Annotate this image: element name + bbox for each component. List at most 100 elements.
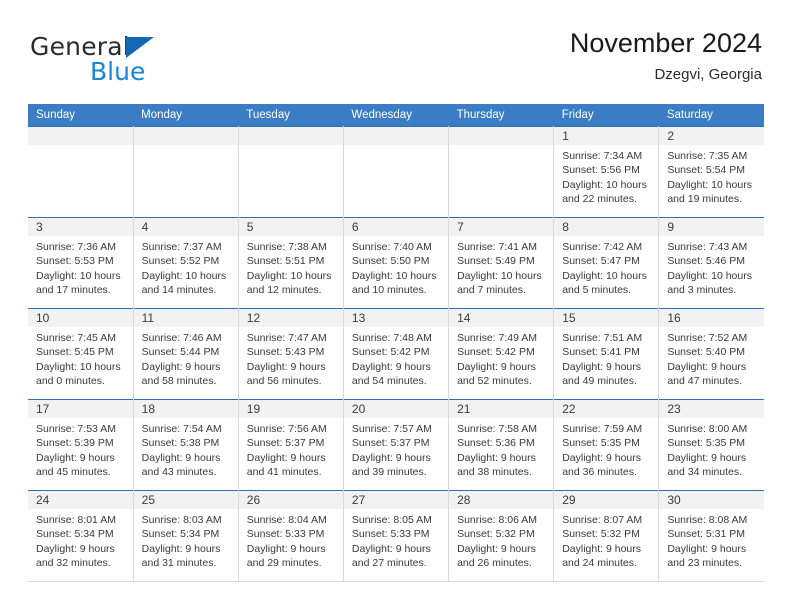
- daylight-text-line1: Daylight: 9 hours: [36, 542, 115, 555]
- sunrise-text: Sunrise: 7:53 AM: [36, 423, 116, 435]
- calendar-day-cell[interactable]: 11 Sunrise: 7:46 AM Sunset: 5:44 PM Dayligh…: [133, 308, 239, 400]
- daylight-text-line2: and 26 minutes.: [457, 556, 532, 569]
- sunrise-text: Sunrise: 7:38 AM: [246, 241, 327, 253]
- daylight-text-line1: Daylight: 9 hours: [667, 360, 747, 373]
- sunrise-text: Sunrise: 7:46 AM: [141, 332, 222, 344]
- sunrise-text: Sunrise: 7:35 AM: [667, 150, 748, 162]
- day-details: [28, 145, 133, 149]
- daylight-text-line1: Daylight: 10 hours: [351, 269, 437, 282]
- page-header: General Blue November 2024 Dzegvi, Georg…: [30, 26, 762, 96]
- sunrise-text: Sunrise: 8:03 AM: [141, 514, 222, 526]
- calendar-day-cell[interactable]: 19 Sunrise: 7:56 AM Sunset: 5:37 PM Dayligh…: [238, 399, 344, 491]
- calendar-day-cell[interactable]: 24 Sunrise: 8:01 AM Sunset: 5:34 PM Dayligh…: [28, 490, 134, 582]
- day-details: Sunrise: 7:37 AM Sunset: 5:52 PM Daylight:…: [134, 236, 238, 297]
- calendar-day-cell[interactable]: 29 Sunrise: 8:07 AM Sunset: 5:32 PM Dayligh…: [553, 490, 660, 582]
- calendar-day-cell[interactable]: 28 Sunrise: 8:06 AM Sunset: 5:32 PM Dayligh…: [448, 490, 555, 582]
- calendar-day-cell[interactable]: 7 Sunrise: 7:41 AM Sunset: 5:49 PM Daylight…: [448, 217, 555, 309]
- triangle-icon: [126, 37, 154, 58]
- sunset-text: Sunset: 5:34 PM: [36, 528, 114, 541]
- day-number: 14: [449, 309, 554, 327]
- day-details: Sunrise: 7:34 AM Sunset: 5:56 PM Daylight:…: [554, 145, 658, 206]
- calendar-day-cell[interactable]: 26 Sunrise: 8:04 AM Sunset: 5:33 PM Dayligh…: [238, 490, 344, 582]
- day-details: Sunrise: 7:52 AM Sunset: 5:40 PM Daylight:…: [659, 327, 764, 388]
- calendar-body: 1 Sunrise: 7:34 AM Sunset: 5:56 PM Daylight…: [28, 126, 764, 582]
- day-number: 26: [238, 491, 343, 509]
- daylight-text-line2: and 23 minutes.: [667, 556, 743, 569]
- calendar-day-cell[interactable]: 15 Sunrise: 7:51 AM Sunset: 5:41 PM Dayligh…: [553, 308, 660, 400]
- daylight-text-line1: Daylight: 9 hours: [246, 360, 326, 373]
- daylight-text-line2: and 47 minutes.: [667, 374, 743, 387]
- calendar-day-cell[interactable]: 23 Sunrise: 8:00 AM Sunset: 5:35 PM Dayligh…: [658, 399, 764, 491]
- calendar-day-cell[interactable]: 18 Sunrise: 7:54 AM Sunset: 5:38 PM Dayligh…: [133, 399, 239, 491]
- calendar-day-cell[interactable]: 22 Sunrise: 7:59 AM Sunset: 5:35 PM Dayligh…: [553, 399, 660, 491]
- daylight-text-line2: and 43 minutes.: [141, 465, 217, 478]
- day-details: Sunrise: 8:05 AM Sunset: 5:33 PM Daylight:…: [344, 509, 448, 570]
- day-number: 5: [238, 218, 343, 236]
- sunset-text: Sunset: 5:44 PM: [141, 346, 220, 359]
- daylight-text-line1: Daylight: 10 hours: [141, 269, 227, 282]
- sunrise-text: Sunrise: 7:57 AM: [351, 423, 432, 435]
- sunset-text: Sunset: 5:52 PM: [141, 255, 220, 268]
- day-number: [449, 127, 554, 145]
- calendar-day-cell[interactable]: 6 Sunrise: 7:40 AM Sunset: 5:50 PM Daylight…: [343, 217, 450, 309]
- daylight-text-line1: Daylight: 9 hours: [246, 542, 326, 555]
- day-details: Sunrise: 7:41 AM Sunset: 5:49 PM Daylight:…: [449, 236, 553, 297]
- calendar-day-cell[interactable]: 21 Sunrise: 7:58 AM Sunset: 5:36 PM Dayligh…: [448, 399, 555, 491]
- calendar-day-cell[interactable]: 30 Sunrise: 8:08 AM Sunset: 5:31 PM Dayligh…: [658, 490, 764, 582]
- daylight-text-line2: and 10 minutes.: [351, 283, 427, 296]
- calendar-day-cell[interactable]: 16 Sunrise: 7:52 AM Sunset: 5:40 PM Dayligh…: [658, 308, 764, 400]
- calendar-day-cell[interactable]: 8 Sunrise: 7:42 AM Sunset: 5:47 PM Daylight…: [553, 217, 660, 309]
- day-number: 19: [238, 400, 343, 418]
- calendar-day-cell[interactable]: 13 Sunrise: 7:48 AM Sunset: 5:42 PM Dayligh…: [343, 308, 450, 400]
- daylight-text-line2: and 45 minutes.: [36, 465, 111, 478]
- calendar-day-cell[interactable]: 1 Sunrise: 7:34 AM Sunset: 5:56 PM Daylight…: [553, 126, 660, 218]
- daylight-text-line1: Daylight: 9 hours: [562, 360, 641, 373]
- daylight-text-line2: and 56 minutes.: [246, 374, 322, 387]
- day-details: Sunrise: 8:03 AM Sunset: 5:34 PM Daylight:…: [134, 509, 238, 570]
- daylight-text-line2: and 17 minutes.: [36, 283, 111, 296]
- daylight-text-line1: Daylight: 9 hours: [351, 542, 431, 555]
- sunset-text: Sunset: 5:31 PM: [667, 528, 745, 541]
- day-number: 30: [659, 491, 764, 509]
- daylight-text-line2: and 29 minutes.: [246, 556, 322, 569]
- day-number: 12: [238, 309, 343, 327]
- sunset-text: Sunset: 5:54 PM: [667, 164, 745, 177]
- daylight-text-line1: Daylight: 10 hours: [667, 269, 752, 282]
- daylight-text-line2: and 49 minutes.: [562, 374, 637, 387]
- calendar-week-row: 3 Sunrise: 7:36 AM Sunset: 5:53 PM Daylight…: [28, 217, 764, 309]
- day-number: 2: [659, 127, 764, 145]
- calendar-day-cell[interactable]: 5 Sunrise: 7:38 AM Sunset: 5:51 PM Daylight…: [238, 217, 344, 309]
- day-number: [28, 127, 133, 145]
- day-number: 13: [343, 309, 449, 327]
- day-number: 10: [28, 309, 133, 327]
- calendar-day-cell[interactable]: 12 Sunrise: 7:47 AM Sunset: 5:43 PM Dayligh…: [238, 308, 344, 400]
- day-details: Sunrise: 7:49 AM Sunset: 5:42 PM Daylight:…: [449, 327, 553, 388]
- daylight-text-line1: Daylight: 10 hours: [246, 269, 332, 282]
- calendar-day-cell[interactable]: 9 Sunrise: 7:43 AM Sunset: 5:46 PM Daylight…: [658, 217, 764, 309]
- daylight-text-line1: Daylight: 9 hours: [562, 451, 641, 464]
- sunrise-text: Sunrise: 8:08 AM: [667, 514, 748, 526]
- calendar-day-cell[interactable]: 20 Sunrise: 7:57 AM Sunset: 5:37 PM Dayligh…: [343, 399, 450, 491]
- sunrise-text: Sunrise: 7:41 AM: [457, 241, 538, 253]
- brand-logo[interactable]: General Blue: [30, 34, 230, 88]
- day-number: 29: [554, 491, 659, 509]
- calendar-day-cell[interactable]: 17 Sunrise: 7:53 AM Sunset: 5:39 PM Dayligh…: [28, 399, 134, 491]
- calendar-day-cell[interactable]: 27 Sunrise: 8:05 AM Sunset: 5:33 PM Dayligh…: [343, 490, 450, 582]
- calendar-day-cell[interactable]: 2 Sunrise: 7:35 AM Sunset: 5:54 PM Daylight…: [658, 126, 764, 218]
- calendar-day-cell[interactable]: 25 Sunrise: 8:03 AM Sunset: 5:34 PM Dayligh…: [133, 490, 239, 582]
- sunset-text: Sunset: 5:35 PM: [667, 437, 745, 450]
- calendar-day-cell[interactable]: 14 Sunrise: 7:49 AM Sunset: 5:42 PM Dayligh…: [448, 308, 555, 400]
- weekday-header-friday: Friday: [553, 104, 659, 127]
- calendar-day-cell[interactable]: 10 Sunrise: 7:45 AM Sunset: 5:45 PM Dayligh…: [28, 308, 134, 400]
- day-details: Sunrise: 7:47 AM Sunset: 5:43 PM Daylight:…: [239, 327, 343, 388]
- sunrise-text: Sunrise: 7:54 AM: [141, 423, 222, 435]
- day-number: 23: [659, 400, 764, 418]
- calendar-cell-empty: [448, 126, 555, 218]
- day-details: Sunrise: 7:51 AM Sunset: 5:41 PM Daylight:…: [554, 327, 658, 388]
- daylight-text-line1: Daylight: 9 hours: [667, 451, 747, 464]
- day-details: [239, 145, 343, 149]
- calendar-day-cell[interactable]: 4 Sunrise: 7:37 AM Sunset: 5:52 PM Daylight…: [133, 217, 239, 309]
- sunset-text: Sunset: 5:37 PM: [351, 437, 430, 450]
- day-number: 6: [343, 218, 449, 236]
- calendar-day-cell[interactable]: 3 Sunrise: 7:36 AM Sunset: 5:53 PM Daylight…: [28, 217, 134, 309]
